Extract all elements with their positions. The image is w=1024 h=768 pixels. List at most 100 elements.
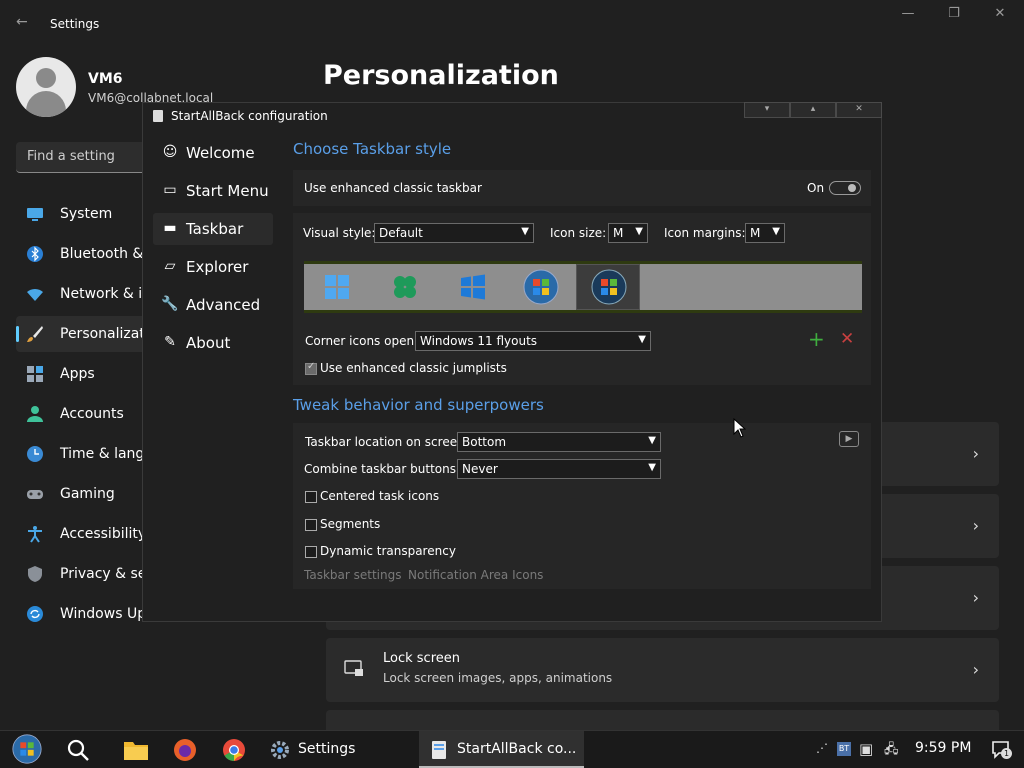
icon-size-select[interactable]: M ▼ bbox=[608, 223, 648, 243]
sidebar-item-advanced[interactable]: 🔧 Advanced bbox=[153, 289, 273, 321]
notification-area-link[interactable]: Notification Area Icons bbox=[408, 568, 543, 582]
style-option-win7[interactable] bbox=[508, 264, 572, 310]
bluetooth-tray-icon[interactable]: BT bbox=[837, 742, 851, 756]
remove-icon[interactable]: ✕ bbox=[840, 329, 854, 349]
minimize-button[interactable]: ▾ bbox=[744, 102, 790, 118]
file-explorer-button[interactable] bbox=[115, 731, 155, 768]
nav-personalization[interactable]: Personalizatio bbox=[16, 316, 157, 352]
explorer-icon: ▱ bbox=[164, 258, 176, 274]
wrench-icon: 🔧 bbox=[161, 296, 179, 312]
location-label: Taskbar location on screen: bbox=[305, 435, 469, 449]
search-icon bbox=[67, 739, 89, 761]
clover-logo-icon bbox=[394, 276, 416, 298]
chevron-down-icon: ▼ bbox=[638, 334, 646, 345]
taskbar-settings-link[interactable]: Taskbar settings bbox=[304, 568, 401, 582]
firefox-icon bbox=[174, 739, 196, 761]
nav-system[interactable]: System bbox=[16, 196, 146, 232]
nav-accessibility[interactable]: Accessibility bbox=[16, 516, 146, 552]
back-arrow-icon[interactable]: ← bbox=[16, 14, 28, 30]
clock[interactable]: 9:59 PM bbox=[915, 740, 971, 756]
windows-orb-icon bbox=[12, 734, 42, 764]
combine-select[interactable]: Never ▼ bbox=[457, 459, 661, 479]
jumplists-checkbox[interactable] bbox=[305, 361, 317, 375]
sidebar-item-start-menu[interactable]: ▭ Start Menu bbox=[153, 175, 273, 207]
taskbar-startallback-button[interactable]: StartAllBack co... bbox=[419, 731, 584, 768]
firefox-button[interactable] bbox=[165, 731, 205, 768]
notifications-button[interactable]: 1 bbox=[991, 740, 1013, 760]
taskbar-style-preview bbox=[304, 261, 862, 313]
taskbar-startallback-label: StartAllBack co... bbox=[457, 741, 577, 757]
enhanced-taskbar-toggle[interactable] bbox=[829, 181, 861, 195]
user-name: VM6 bbox=[88, 71, 123, 87]
chevron-down-icon: ▼ bbox=[521, 226, 529, 237]
page-title: Personalization bbox=[323, 60, 559, 91]
segments-label: Segments bbox=[320, 517, 381, 531]
style-option-clover[interactable] bbox=[372, 264, 436, 310]
dialog-title: StartAllBack configuration bbox=[171, 109, 328, 123]
nav-accounts[interactable]: Accounts bbox=[16, 396, 146, 432]
sidebar-item-about[interactable]: ✎ About bbox=[153, 327, 273, 359]
style-option-win10[interactable] bbox=[440, 264, 504, 310]
segments-checkbox[interactable] bbox=[305, 519, 317, 531]
corner-icons-select[interactable]: Windows 11 flyouts ▼ bbox=[415, 331, 651, 351]
avatar[interactable] bbox=[16, 57, 76, 117]
enhanced-taskbar-row: Use enhanced classic taskbar On bbox=[293, 170, 871, 206]
add-icon[interactable]: + bbox=[808, 327, 825, 351]
folder-icon bbox=[124, 742, 148, 760]
location-select[interactable]: Bottom ▼ bbox=[457, 432, 661, 452]
nav-gaming[interactable]: Gaming bbox=[16, 476, 146, 512]
close-button[interactable]: ✕ bbox=[977, 6, 1023, 28]
chevron-right-icon: › bbox=[972, 660, 979, 679]
style-option-win11[interactable] bbox=[304, 264, 368, 310]
startallback-icon bbox=[432, 741, 446, 759]
tray-overflow-icon[interactable]: ⋰ bbox=[816, 741, 828, 755]
section-heading-taskbar-style: Choose Taskbar style bbox=[293, 140, 452, 158]
nav-privacy[interactable]: Privacy & sec bbox=[16, 556, 154, 592]
sidebar-item-explorer[interactable]: ▱ Explorer bbox=[153, 251, 273, 283]
nav-network[interactable]: Network & in bbox=[16, 276, 151, 312]
mouse-cursor-icon bbox=[733, 418, 746, 438]
taskbar-icon: ▬ bbox=[163, 220, 177, 236]
dynamic-transparency-checkbox[interactable] bbox=[305, 546, 317, 558]
settings-card-5[interactable] bbox=[326, 710, 999, 730]
visual-style-select[interactable]: Default ▼ bbox=[374, 223, 534, 243]
bluetooth-icon bbox=[27, 246, 43, 262]
play-video-icon[interactable]: ▶ bbox=[839, 431, 859, 447]
apps-icon bbox=[27, 366, 43, 382]
sidebar-item-welcome[interactable]: ☺ Welcome bbox=[153, 137, 273, 169]
monitor-icon bbox=[27, 208, 43, 221]
search-button[interactable] bbox=[58, 731, 98, 768]
maximize-button[interactable]: ❐ bbox=[931, 6, 977, 28]
maximize-button[interactable]: ▴ bbox=[790, 102, 836, 118]
lock-screen-icon bbox=[344, 660, 363, 676]
combine-label: Combine taskbar buttons: bbox=[304, 462, 461, 476]
chrome-button[interactable] bbox=[214, 731, 254, 768]
icon-margins-select[interactable]: M ▼ bbox=[745, 223, 785, 243]
chevron-down-icon: ▼ bbox=[648, 435, 656, 446]
visual-style-label: Visual style: bbox=[303, 226, 376, 240]
smile-icon: ☺ bbox=[162, 144, 178, 160]
close-button[interactable]: ✕ bbox=[836, 102, 882, 118]
window-title: Settings bbox=[50, 17, 100, 31]
shield-icon bbox=[28, 566, 42, 582]
search-placeholder: Find a setting bbox=[27, 149, 115, 164]
windows10-logo-icon bbox=[461, 274, 485, 300]
chevron-right-icon: › bbox=[972, 516, 979, 535]
nav-bluetooth[interactable]: Bluetooth & d bbox=[16, 236, 157, 272]
devices-tray-icon[interactable]: ▣ bbox=[859, 740, 873, 758]
brush-icon bbox=[27, 326, 43, 342]
sidebar-item-taskbar[interactable]: ▬ Taskbar bbox=[153, 213, 273, 245]
gear-icon bbox=[271, 741, 289, 759]
start-button[interactable] bbox=[4, 731, 50, 768]
lock-screen-card[interactable]: Lock screen Lock screen images, apps, an… bbox=[326, 638, 999, 702]
nav-time-language[interactable]: Time & langu bbox=[16, 436, 153, 472]
nav-windows-update[interactable]: Windows Upd bbox=[16, 596, 155, 632]
startallback-window: StartAllBack configuration ▾ ▴ ✕ ☺ Welco… bbox=[142, 102, 882, 622]
nav-apps[interactable]: Apps bbox=[16, 356, 146, 392]
centered-icons-checkbox[interactable] bbox=[305, 491, 317, 503]
style-option-vista[interactable] bbox=[576, 264, 640, 310]
lock-screen-title: Lock screen bbox=[383, 651, 460, 666]
taskbar-settings-button[interactable]: Settings bbox=[262, 731, 412, 768]
minimize-button[interactable]: — bbox=[885, 6, 931, 28]
volume-icon[interactable]: 🔈︎ bbox=[886, 741, 893, 756]
